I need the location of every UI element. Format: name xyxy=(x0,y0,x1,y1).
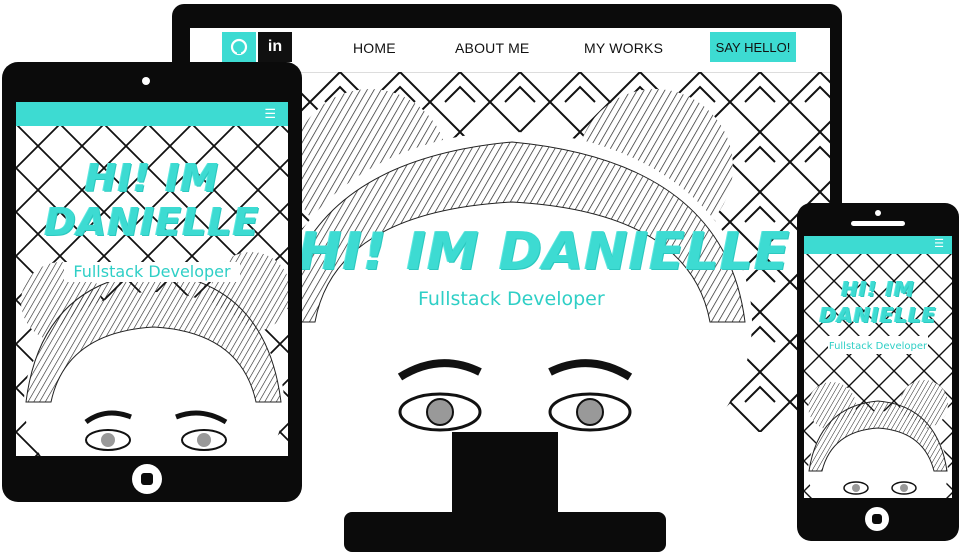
phone-camera xyxy=(875,210,881,216)
github-icon xyxy=(230,38,248,56)
tablet-camera xyxy=(142,77,150,85)
nav-about-me[interactable]: ABOUT ME xyxy=(455,40,529,56)
tablet-screen: ☰ HI! IM DANIELLE Fullstack Developer xyxy=(16,102,288,456)
nav-my-works[interactable]: MY WORKS xyxy=(584,40,663,56)
tablet-header-bar: ☰ xyxy=(16,102,288,126)
say-hello-button[interactable]: SAY HELLO! xyxy=(710,32,796,62)
tablet-title-line1: HI! IM xyxy=(84,156,220,200)
hamburger-icon[interactable]: ☰ xyxy=(264,107,276,120)
hero-title: HI! IM DANIELLE xyxy=(298,222,791,282)
nav-home[interactable]: HOME xyxy=(353,40,396,56)
phone-subtitle: Fullstack Developer xyxy=(828,341,928,352)
linkedin-link[interactable]: in xyxy=(258,32,292,62)
phone-subtitle-box: Fullstack Developer xyxy=(828,336,928,354)
monitor-stand-base xyxy=(344,512,666,552)
hero-subtitle: Fullstack Developer xyxy=(418,288,605,310)
tablet-subtitle: Fullstack Developer xyxy=(73,262,231,281)
phone-home-button xyxy=(865,507,889,531)
phone-title-line1: HI! IM xyxy=(841,277,915,301)
linkedin-icon: in xyxy=(267,38,283,55)
tablet-title: HI! IM DANIELLE xyxy=(16,156,288,244)
tablet-subtitle-box: Fullstack Developer xyxy=(64,262,240,282)
phone-title-line2: DANIELLE xyxy=(819,303,937,327)
phone-header-bar: ☰ xyxy=(804,236,952,254)
phone-speaker xyxy=(851,221,905,226)
tablet-title-line2: DANIELLE xyxy=(44,200,260,244)
phone-screen: ☰ HI! IM DANIELLE Fullstack Developer xyxy=(804,236,952,498)
hamburger-icon[interactable]: ☰ xyxy=(934,239,944,250)
say-hello-label: SAY HELLO! xyxy=(715,39,791,55)
tablet-home-button xyxy=(132,464,162,494)
phone-title: HI! IM DANIELLE xyxy=(804,276,952,328)
github-link[interactable] xyxy=(222,32,256,62)
monitor-stand-neck xyxy=(452,430,558,520)
